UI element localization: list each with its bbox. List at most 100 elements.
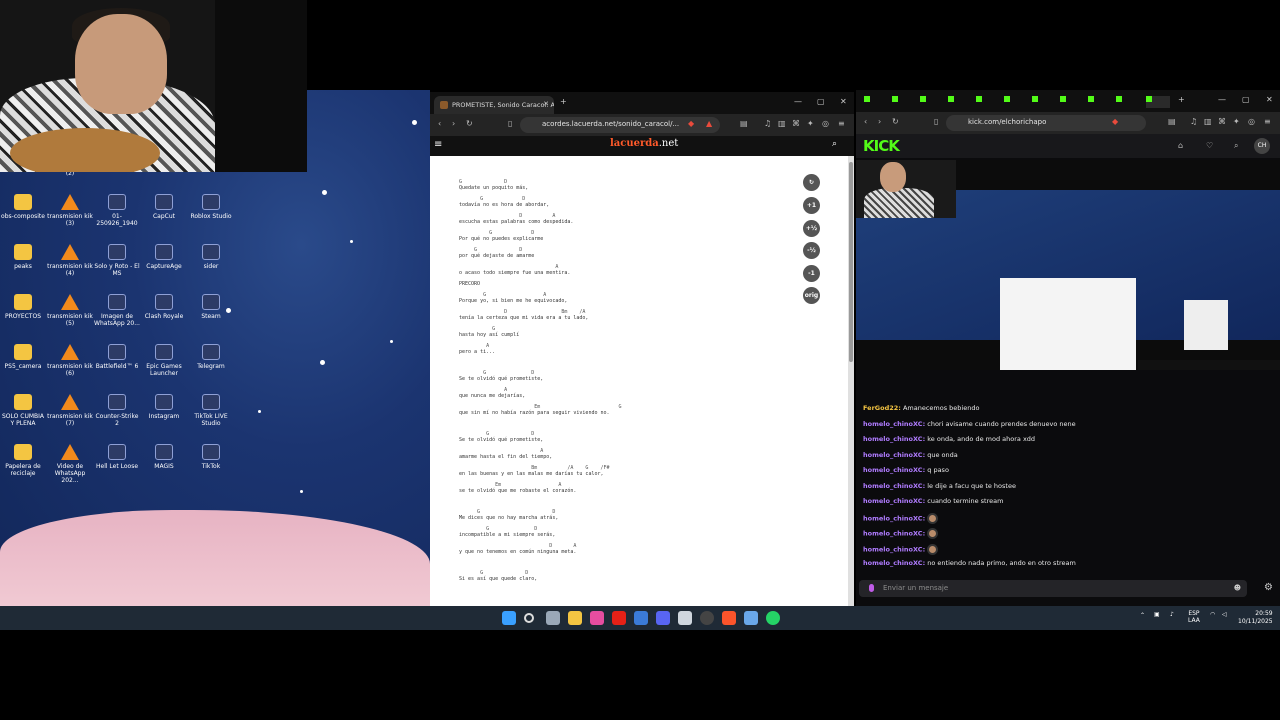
clock[interactable]: 20:59 10/11/2025 xyxy=(1238,610,1273,626)
kick-tab[interactable] xyxy=(1032,96,1056,108)
tab-search-icon[interactable]: ▤ xyxy=(740,119,748,128)
desktop-icon[interactable]: transmision kik (6) xyxy=(47,344,93,377)
desktop-icon[interactable]: sider xyxy=(188,244,234,270)
brave-shield-icon[interactable]: ◆ xyxy=(1112,117,1118,126)
brave-icon[interactable] xyxy=(722,611,736,625)
desktop-icon[interactable]: Clash Royale xyxy=(141,294,187,320)
kick-tab[interactable] xyxy=(864,96,888,108)
media-icon[interactable]: ♫ xyxy=(764,119,771,128)
kick-tab[interactable] xyxy=(1088,96,1112,108)
desktop-icon[interactable]: Solo y Roto - El MS xyxy=(94,244,140,277)
reset-transpose-icon[interactable]: ↻ xyxy=(803,174,820,191)
desktop-icon[interactable]: CaptureAge xyxy=(141,244,187,270)
youtube-icon[interactable] xyxy=(612,611,626,625)
desktop-icon[interactable]: TikTok LIVE Studio xyxy=(188,394,234,427)
app-icon[interactable] xyxy=(744,611,758,625)
desktop-icon[interactable]: 01-250926_1940 xyxy=(94,194,140,227)
brave-shield-icon[interactable]: ◆ xyxy=(688,119,694,128)
chat-settings-gear-icon[interactable]: ⚙ xyxy=(1264,582,1273,593)
leo-icon[interactable]: ✦ xyxy=(1233,117,1240,126)
chat-username[interactable]: homelo_chinoXC: xyxy=(863,530,925,538)
desktop-icon[interactable]: CapCut xyxy=(141,194,187,220)
minimize-icon[interactable]: — xyxy=(1218,95,1226,104)
start-icon[interactable] xyxy=(502,611,516,625)
kick-tab[interactable] xyxy=(948,96,972,108)
chat-input[interactable]: Enviar un mensaje ☻ xyxy=(859,580,1247,597)
stream-video-player[interactable] xyxy=(856,160,1280,370)
mic-icon[interactable]: ♪ xyxy=(1170,611,1174,618)
chat-username[interactable]: homelo_chinoXC: xyxy=(863,559,925,567)
bookmark-icon[interactable]: ▯ xyxy=(934,117,938,126)
desktop-icon[interactable]: Epic Games Launcher xyxy=(141,344,187,377)
volume-icon[interactable]: ◁ xyxy=(1222,611,1227,618)
kick-tab[interactable] xyxy=(892,96,916,108)
desktop-icon[interactable]: Roblox Studio xyxy=(188,194,234,220)
desktop-icon[interactable]: SOLO CUMBIA Y PLENA xyxy=(0,394,46,427)
desktop-icon[interactable]: transmision kik (3) xyxy=(47,194,93,227)
whatsapp-icon[interactable] xyxy=(766,611,780,625)
search-icon[interactable]: ⌕ xyxy=(1234,141,1238,151)
emoji-icon[interactable]: ☻ xyxy=(1234,584,1241,592)
transpose-button[interactable]: -½ xyxy=(803,242,820,259)
hamburger-menu-icon[interactable]: ≡ xyxy=(434,139,442,150)
app-icon[interactable] xyxy=(678,611,692,625)
reload-icon[interactable]: ↻ xyxy=(892,117,899,126)
kick-tab[interactable] xyxy=(1060,96,1084,108)
chat-username[interactable]: homelo_chinoXC: xyxy=(863,497,925,505)
inbox-icon[interactable]: ⌂ xyxy=(1178,141,1183,150)
menu-icon[interactable]: ≡ xyxy=(1264,117,1271,126)
desktop-icon[interactable]: Imagen de WhatsApp 20... xyxy=(94,294,140,327)
reload-icon[interactable]: ↻ xyxy=(466,119,473,128)
maximize-icon[interactable]: ▢ xyxy=(1242,95,1250,104)
desktop-icon[interactable]: Hell Let Loose xyxy=(94,444,140,470)
file-explorer-icon[interactable] xyxy=(568,611,582,625)
desktop-icon[interactable]: Video de WhatsApp 202... xyxy=(47,444,93,484)
forward-icon[interactable]: › xyxy=(878,117,881,126)
wifi-icon[interactable]: ◠ xyxy=(1210,611,1215,618)
wallet-icon[interactable]: ◎ xyxy=(1248,117,1255,126)
transpose-button[interactable]: +½ xyxy=(803,219,820,237)
desktop-icon[interactable]: Steam xyxy=(188,294,234,320)
desktop-icon[interactable]: transmision kik (7) xyxy=(47,394,93,427)
chat-username[interactable]: homelo_chinoXC: xyxy=(863,482,925,490)
back-icon[interactable]: ‹ xyxy=(864,117,867,126)
desktop-icon[interactable]: obs-composite xyxy=(0,194,46,220)
search-icon[interactable]: ⌕ xyxy=(832,139,837,149)
page-scrollbar[interactable] xyxy=(848,156,854,606)
discord-icon[interactable] xyxy=(656,611,670,625)
desktop-icon[interactable]: Battlefield™ 6 xyxy=(94,344,140,370)
new-tab-icon[interactable]: + xyxy=(1178,95,1185,104)
chat-username[interactable]: homelo_chinoXC: xyxy=(863,545,925,553)
forward-icon[interactable]: › xyxy=(452,119,455,128)
kick-tab-active[interactable] xyxy=(1146,96,1170,108)
chat-username[interactable]: homelo_chinoXC: xyxy=(863,466,925,474)
desktop-icon[interactable]: transmision kik (4) xyxy=(47,244,93,277)
chat-username[interactable]: homelo_chinoXC: xyxy=(863,514,925,522)
close-tab-icon[interactable]: ✕ xyxy=(543,100,549,108)
tab-lacuerda[interactable]: PROMETISTE, Sonido Caracol: A ✕ xyxy=(434,96,554,114)
chat-emote-icon[interactable] xyxy=(869,584,874,592)
extensions-icon[interactable]: ⌘ xyxy=(1218,117,1226,126)
extensions-icon[interactable]: ⌘ xyxy=(792,119,800,128)
tray-chevron-icon[interactable]: ⌃ xyxy=(1140,612,1145,619)
desktop-icon[interactable]: Telegram xyxy=(188,344,234,370)
user-avatar[interactable]: CH xyxy=(1254,138,1270,154)
media-icon[interactable]: ♫ xyxy=(1190,117,1197,126)
app-icon[interactable] xyxy=(590,611,604,625)
follow-heart-icon[interactable]: ♡ xyxy=(1206,141,1213,150)
desktop-icon[interactable]: PROYECTOS xyxy=(0,294,46,320)
sidebar-icon[interactable]: ▥ xyxy=(1204,117,1212,126)
close-window-icon[interactable]: ✕ xyxy=(1266,95,1273,104)
transpose-button[interactable]: +1 xyxy=(803,197,820,214)
desktop-icon[interactable]: Counter-Strike 2 xyxy=(94,394,140,427)
chat-username[interactable]: homelo_chinoXC: xyxy=(863,435,925,443)
kick-tab[interactable] xyxy=(1004,96,1028,108)
desktop-icon[interactable]: TikTok xyxy=(188,444,234,470)
sidebar-icon[interactable]: ▥ xyxy=(778,119,786,128)
new-tab-icon[interactable]: + xyxy=(560,97,567,106)
kick-tab[interactable] xyxy=(920,96,944,108)
desktop-icon[interactable]: MAGIS xyxy=(141,444,187,470)
brave-rewards-icon[interactable]: ▲ xyxy=(706,119,712,128)
transpose-button[interactable]: -1 xyxy=(803,264,820,282)
kick-tab[interactable] xyxy=(976,96,1000,108)
